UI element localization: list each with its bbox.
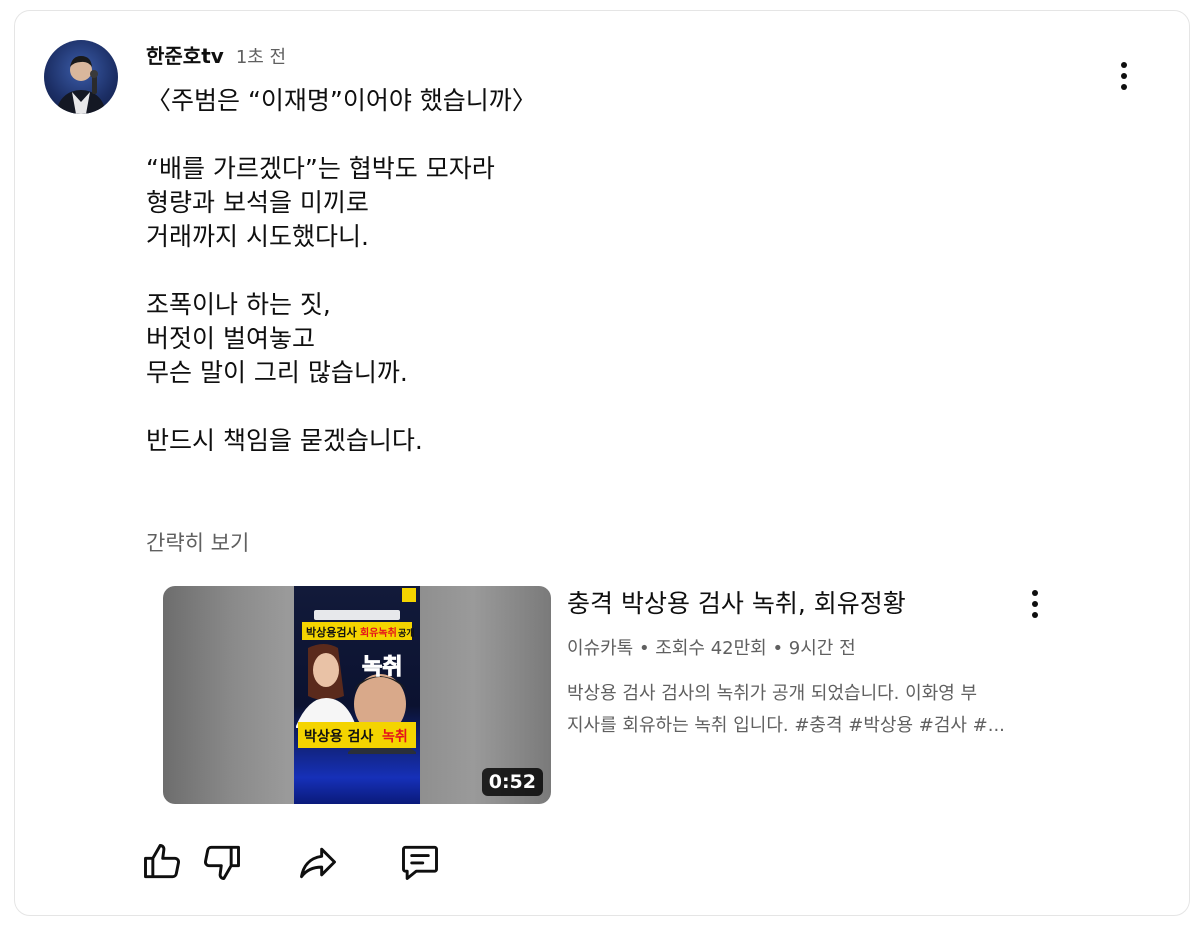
video-description: 박상용 검사 검사의 녹취가 공개 되었습니다. 이화영 부 지사를 회유하는 …: [567, 678, 1087, 742]
post-blank-line: [146, 390, 1046, 424]
like-button[interactable]: [140, 840, 184, 884]
thumb-banner-text: 박상용 검사: [304, 728, 373, 745]
thumb-top-suffix: 공개: [398, 627, 415, 639]
post-blank-line: [146, 118, 1046, 152]
more-dot: [1121, 73, 1127, 79]
thumbs-up-icon: [144, 844, 180, 879]
more-dot: [1032, 601, 1038, 607]
post-line: 〈주범은 “이재명”이어야 했습니까〉: [146, 86, 537, 115]
share-icon: [300, 847, 336, 879]
post-time: 1초 전: [235, 47, 287, 68]
channel-avatar[interactable]: [44, 40, 118, 114]
comment-icon: [402, 845, 438, 880]
more-dot: [1121, 84, 1127, 90]
share-button[interactable]: [296, 840, 340, 884]
post-line: 버젓이 벌여놓고: [146, 324, 315, 353]
comment-button[interactable]: [398, 840, 442, 884]
post-line: “배를 가르겠다”는 협박도 모자라: [146, 154, 495, 183]
post-blank-line: [146, 254, 1046, 288]
post-more-button[interactable]: [1104, 56, 1144, 96]
show-less-link[interactable]: 간략히 보기: [146, 527, 249, 557]
video-title[interactable]: 충격 박상용 검사 녹취, 회유정황: [567, 586, 906, 622]
video-description-line: 박상용 검사 검사의 녹취가 공개 되었습니다. 이화영 부: [567, 683, 978, 704]
video-thumbnail[interactable]: 박상용검사 회유녹취 공개 녹취 박상용 검사 녹취 0:52: [163, 586, 551, 804]
video-more-button[interactable]: [1015, 586, 1055, 622]
post-body: 〈주범은 “이재명”이어야 했습니까〉 “배를 가르겠다”는 협박도 모자라 형…: [146, 84, 1046, 458]
post-line: 거래까지 시도했다니.: [146, 222, 369, 251]
thumb-top-text: 박상용검사: [306, 625, 357, 639]
more-dot: [1032, 590, 1038, 596]
video-duration: 0:52: [481, 768, 543, 796]
channel-name[interactable]: 한준호tv: [146, 40, 224, 69]
thumb-banner-accent: 녹취: [382, 729, 408, 745]
thumbs-down-icon: [204, 845, 240, 880]
post-line: 형량과 보석을 미끼로: [146, 188, 369, 217]
post-line: 조폭이나 하는 짓,: [146, 290, 331, 319]
post-line: 무슨 말이 그리 많습니까.: [146, 358, 408, 387]
thumb-top-accent: 회유녹취: [360, 626, 397, 639]
thumb-big-text: 녹취: [362, 655, 402, 680]
post-header: 한준호tv 1초 전: [146, 40, 286, 68]
video-description-line: 지사를 회유하는 녹취 입니다. #충격 #박상용 #검사 #...: [567, 715, 1005, 736]
more-dot: [1121, 62, 1127, 68]
more-dot: [1032, 612, 1038, 618]
dislike-button[interactable]: [200, 840, 244, 884]
post-line: 반드시 책임을 묻겠습니다.: [146, 426, 423, 455]
attached-video: 박상용검사 회유녹취 공개 녹취 박상용 검사 녹취 0:52 충격 박상용 검…: [163, 586, 1083, 806]
thumbnail-frame: 박상용검사 회유녹취 공개 녹취 박상용 검사 녹취: [294, 586, 420, 804]
video-meta: 이슈카톡 • 조회수 42만회 • 9시간 전: [567, 638, 856, 659]
